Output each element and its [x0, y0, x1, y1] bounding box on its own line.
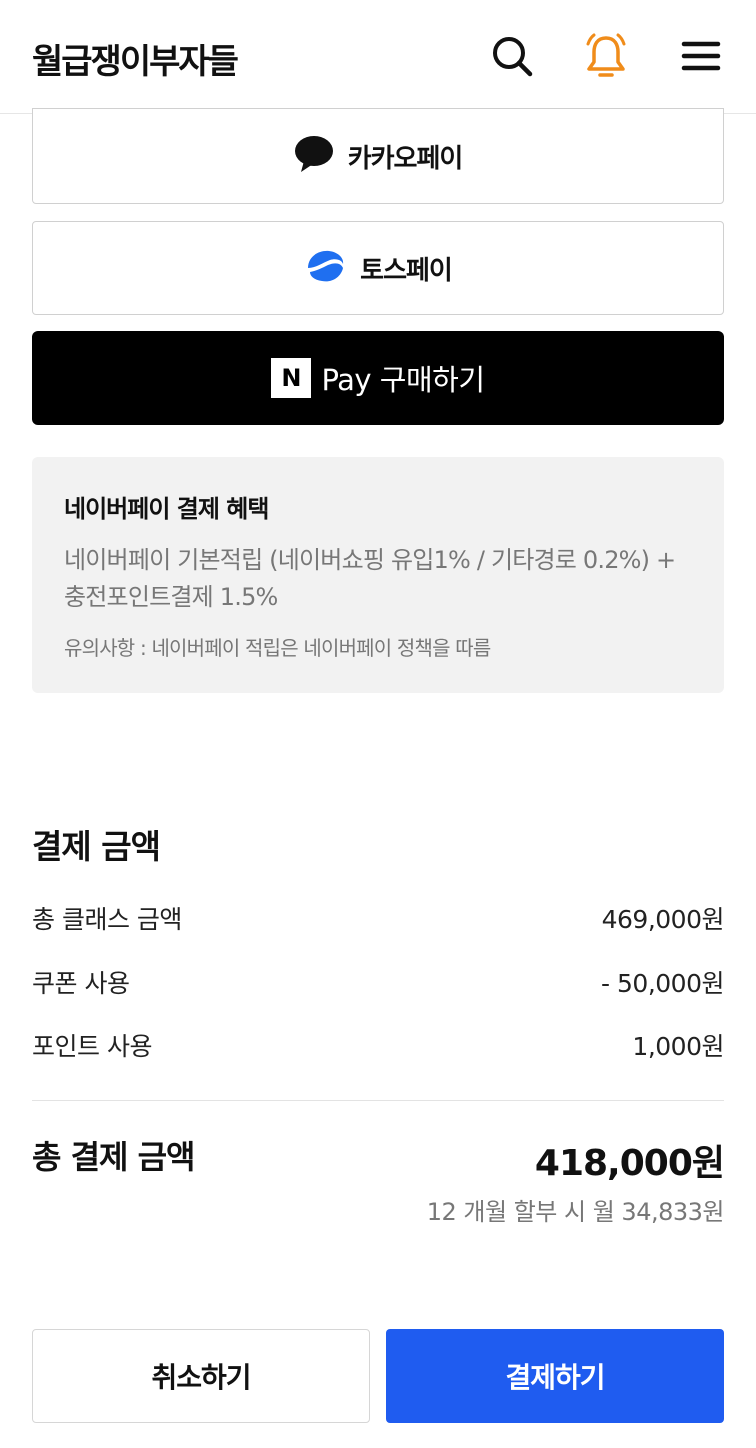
toss-icon [304, 246, 346, 290]
naverpay-benefit-box: 네이버페이 결제 혜택 네이버페이 기본적립 (네이버쇼핑 유입1% / 기타경… [32, 457, 724, 693]
summary-row-value: 1,000원 [632, 1032, 724, 1061]
top-header: 월급쟁이부자들 [0, 0, 756, 114]
benefit-note: 유의사항 : 네이버페이 적립은 네이버페이 정책을 따름 [64, 636, 491, 660]
pay-button[interactable]: 결제하기 [386, 1329, 724, 1423]
summary-row-label: 총 클래스 금액 [32, 905, 182, 934]
total-amount-value: 418,000원 [534, 1143, 725, 1184]
benefit-title: 네이버페이 결제 혜택 [64, 495, 269, 523]
naverpay-button[interactable]: N Pay 구매하기 [32, 331, 724, 425]
summary-row-value: 469,000원 [601, 905, 725, 934]
search-icon[interactable] [488, 32, 536, 80]
bell-icon[interactable] [582, 32, 630, 80]
summary-row-label: 쿠폰 사용 [32, 969, 130, 998]
kakaopay-label: 카카오페이 [347, 143, 464, 174]
kakaopay-button[interactable]: 카카오페이 [32, 108, 724, 204]
menu-icon[interactable] [677, 32, 725, 80]
cancel-button[interactable]: 취소하기 [32, 1329, 370, 1423]
tosspay-label: 토스페이 [360, 255, 453, 286]
installment-info: 12 개월 할부 시 월 34,833원 [426, 1198, 725, 1226]
kakao-talk-icon [294, 134, 334, 178]
naver-n-letter: N [281, 364, 302, 392]
total-amount-label: 총 결제 금액 [32, 1138, 195, 1176]
summary-divider [32, 1100, 724, 1101]
naver-n-icon: N [271, 358, 312, 398]
tosspay-button[interactable]: 토스페이 [32, 221, 724, 315]
benefit-description: 네이버페이 기본적립 (네이버쇼핑 유입1% / 기타경로 0.2%) + 충전… [64, 546, 676, 611]
payment-amount-title: 결제 금액 [32, 827, 161, 866]
naverpay-label: Pay 구매하기 [321, 363, 485, 397]
summary-row-value: - 50,000원 [601, 969, 724, 998]
summary-row-label: 포인트 사용 [32, 1032, 152, 1061]
brand-logo[interactable]: 월급쟁이부자들 [32, 34, 239, 83]
